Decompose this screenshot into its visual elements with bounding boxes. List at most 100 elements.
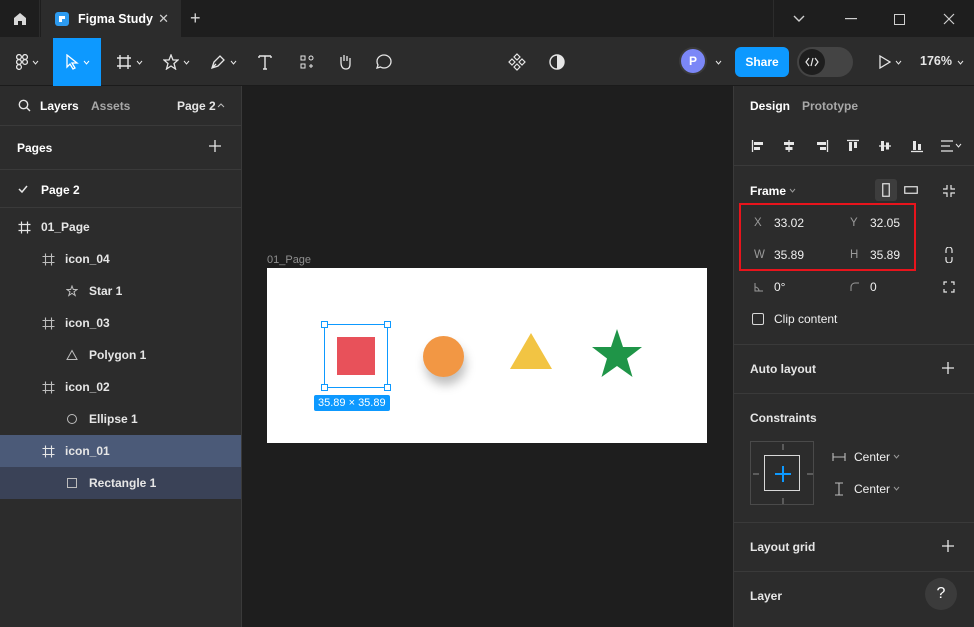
layer-row[interactable]: Star 1: [0, 275, 241, 307]
constraints-widget[interactable]: [750, 441, 814, 505]
layer-row[interactable]: 01_Page: [0, 211, 241, 243]
layer-row-selected[interactable]: icon_01: [0, 435, 241, 467]
plus-icon[interactable]: [765, 456, 801, 492]
layer-label: Star 1: [89, 284, 123, 298]
avatar[interactable]: P: [681, 49, 705, 73]
landscape-orientation-button[interactable]: [900, 179, 922, 201]
star-shape[interactable]: [591, 328, 643, 378]
layer-row-child-selected[interactable]: Rectangle 1: [0, 467, 241, 499]
y-input[interactable]: 32.05: [870, 216, 900, 230]
layer-row[interactable]: Ellipse 1: [0, 403, 241, 435]
file-tab[interactable]: Figma Study ✕: [41, 0, 181, 38]
resize-handle[interactable]: [384, 384, 391, 391]
add-auto-layout-icon[interactable]: [941, 361, 955, 375]
tab-assets[interactable]: Assets: [91, 99, 130, 113]
y-label: Y: [850, 217, 858, 229]
maximize-button[interactable]: [874, 0, 924, 38]
chevron-down-icon[interactable]: [893, 454, 900, 459]
resize-handle[interactable]: [321, 321, 328, 328]
w-input[interactable]: 35.89: [774, 248, 804, 262]
home-button[interactable]: [0, 0, 40, 38]
align-left-icon[interactable]: [746, 134, 770, 158]
search-icon[interactable]: [18, 99, 31, 112]
horizontal-constraint-select[interactable]: Center: [854, 450, 890, 464]
comment-tool-button[interactable]: [369, 38, 399, 86]
tab-design[interactable]: Design: [750, 99, 790, 113]
share-button[interactable]: Share: [735, 47, 789, 77]
main-menu-button[interactable]: [6, 38, 48, 86]
resize-handle[interactable]: [321, 384, 328, 391]
align-right-icon[interactable]: [810, 134, 834, 158]
divider: [734, 393, 974, 394]
figma-file-icon: [55, 12, 69, 26]
clip-content-checkbox[interactable]: [752, 313, 764, 325]
text-tool-button[interactable]: [250, 38, 280, 86]
page-selector[interactable]: Page 2: [177, 99, 216, 113]
pen-icon: [210, 55, 225, 70]
align-top-icon[interactable]: [841, 134, 865, 158]
avatar-dropdown[interactable]: [708, 38, 724, 86]
resize-handle[interactable]: [384, 321, 391, 328]
frame-tool-button[interactable]: [108, 38, 150, 86]
resize-to-fit-icon[interactable]: [942, 184, 956, 198]
chevron-down-icon[interactable]: [789, 188, 796, 193]
rotation-input[interactable]: 0°: [774, 280, 785, 294]
align-bottom-icon[interactable]: [905, 134, 929, 158]
ellipse-shape[interactable]: [423, 336, 464, 377]
chevron-down-icon[interactable]: [893, 486, 900, 491]
tab-layers[interactable]: Layers: [40, 99, 79, 113]
figma-logo-icon: [15, 54, 28, 70]
distribute-icon[interactable]: [937, 134, 965, 158]
frame-01-page[interactable]: 35.89 × 35.89: [267, 268, 707, 443]
align-center-v-icon[interactable]: [873, 134, 897, 158]
chevron-down-icon[interactable]: [774, 0, 824, 38]
portrait-icon: [882, 183, 890, 197]
radius-input[interactable]: 0: [870, 280, 877, 294]
close-window-button[interactable]: [924, 0, 974, 38]
hand-tool-button[interactable]: [330, 38, 360, 86]
help-button[interactable]: ?: [925, 578, 957, 610]
chevron-up-icon[interactable]: [217, 102, 225, 108]
zoom-level[interactable]: 176%: [920, 54, 952, 68]
x-input[interactable]: 33.02: [774, 216, 804, 230]
layer-row[interactable]: icon_02: [0, 371, 241, 403]
tab-prototype[interactable]: Prototype: [802, 99, 858, 113]
frame-section-label[interactable]: Frame: [750, 184, 786, 198]
layer-label: icon_03: [65, 316, 110, 330]
x-label: X: [754, 217, 762, 229]
h-input[interactable]: 35.89: [870, 248, 900, 262]
resources-button[interactable]: [292, 38, 322, 86]
right-panel-tabs: Design Prototype: [734, 86, 974, 126]
align-center-h-icon[interactable]: [777, 134, 801, 158]
add-layout-grid-icon[interactable]: [941, 539, 955, 553]
add-page-icon[interactable]: [208, 139, 222, 153]
move-tool-button[interactable]: [53, 38, 101, 86]
frame-name-label[interactable]: 01_Page: [267, 254, 311, 266]
zoom-chevron-icon[interactable]: [957, 59, 964, 66]
page-item[interactable]: Page 2: [0, 170, 241, 208]
theme-toggle-button[interactable]: [542, 38, 572, 86]
minimize-button[interactable]: [826, 0, 876, 38]
layer-label: Rectangle 1: [89, 476, 157, 490]
vertical-constraint-select[interactable]: Center: [854, 482, 890, 496]
polygon-icon: [65, 348, 79, 362]
layer-row[interactable]: icon_04: [0, 243, 241, 275]
constrain-proportions-icon[interactable]: [944, 247, 954, 263]
selection-size-label: 35.89 × 35.89: [314, 395, 390, 411]
layer-row[interactable]: Polygon 1: [0, 339, 241, 371]
pen-tool-button[interactable]: [202, 38, 244, 86]
close-tab-icon[interactable]: ✕: [158, 11, 169, 27]
dev-mode-toggle[interactable]: [797, 47, 853, 77]
components-button[interactable]: [502, 38, 532, 86]
present-button[interactable]: [872, 38, 908, 86]
new-tab-button[interactable]: +: [190, 9, 201, 27]
independent-corners-icon[interactable]: [943, 281, 955, 293]
layer-row[interactable]: icon_03: [0, 307, 241, 339]
constraints-label: Constraints: [750, 411, 817, 425]
triangle-shape[interactable]: [509, 332, 553, 370]
portrait-orientation-button[interactable]: [875, 179, 897, 201]
selection-box: [321, 321, 391, 391]
contrast-icon: [549, 54, 565, 70]
shape-tool-button[interactable]: [155, 38, 197, 86]
canvas[interactable]: 01_Page 35.89 × 35.89: [242, 86, 733, 627]
